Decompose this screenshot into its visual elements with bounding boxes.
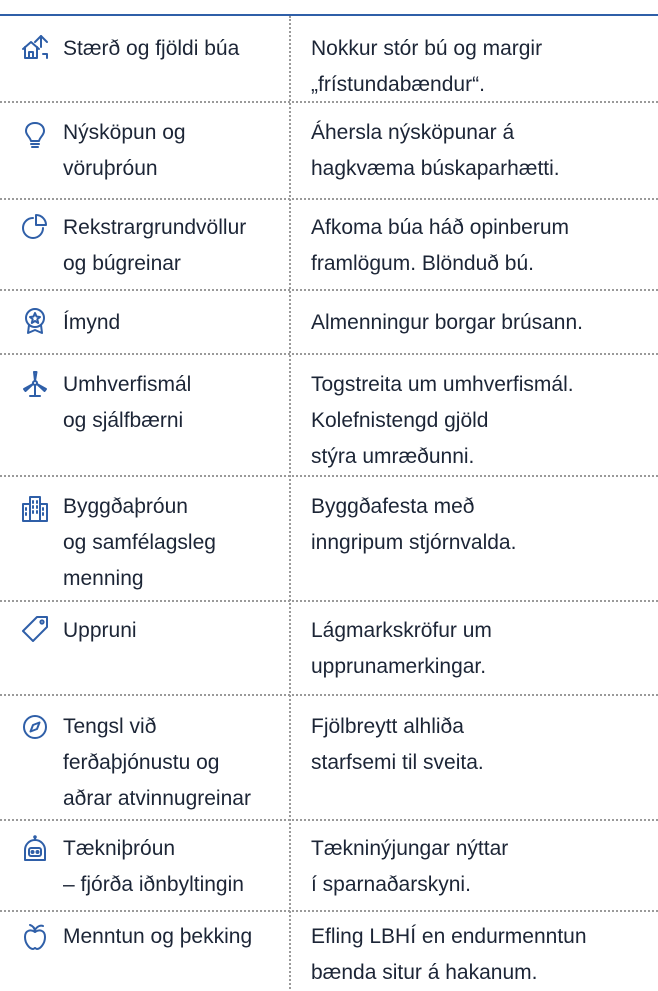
robot-icon	[21, 835, 49, 863]
row-description: Lágmarkskröfur um upprunamerkingar.	[311, 619, 492, 678]
row-label: Rekstrargrundvöllur og búgreinar	[63, 216, 247, 275]
row-description: Áhersla nýsköpunar á hagkvæma búskaparhæ…	[311, 121, 560, 180]
row-label: Nýsköpun og vöruþróun	[63, 121, 186, 180]
row-label: Ímynd	[63, 311, 121, 334]
table-row: Menntun og þekking Efling LBHÍ en endurm…	[0, 912, 658, 989]
row-description: Efling LBHÍ en endurmenntun bænda situr …	[311, 925, 587, 984]
tag-icon	[21, 615, 49, 643]
row-label: Tengsl við ferðaþjónustu og aðrar atvinn…	[63, 715, 251, 810]
row-description: Togstreita um umhverfismál. Kolefnisteng…	[311, 373, 574, 468]
row-description: Fjölbreytt alhliða starfsemi til sveita.	[311, 715, 484, 774]
row-description: Afkoma búa háð opinberum framlögum. Blön…	[311, 216, 569, 275]
row-description: Tækninýjungar nýttar í sparnaðarskyni.	[311, 837, 509, 896]
row-label: Uppruni	[63, 619, 137, 642]
table-row: Umhverfismál og sjálfbærni Togstreita um…	[0, 355, 658, 477]
table-row: Byggðaþróun og samfélagsleg menning Bygg…	[0, 477, 658, 602]
row-description: Byggðafesta með inngripum stjórnvalda.	[311, 495, 517, 554]
award-badge-icon	[21, 307, 49, 335]
apple-icon	[21, 923, 49, 951]
row-label: Menntun og þekking	[63, 925, 253, 948]
buildings-icon	[21, 495, 49, 523]
table-row: Tengsl við ferðaþjónustu og aðrar atvinn…	[0, 696, 658, 821]
house-upgrade-icon	[21, 34, 49, 62]
row-label: Byggðaþróun og samfélagsleg menning	[63, 495, 216, 590]
table-row: Tækniþróun – fjórða iðnbyltingin Tækniný…	[0, 821, 658, 912]
table-row: Ímynd Almenningur borgar brúsann.	[0, 291, 658, 355]
pie-chart-icon	[21, 212, 49, 240]
table-row: Nýsköpun og vöruþróun Áhersla nýsköpunar…	[0, 103, 658, 200]
wind-turbine-icon	[21, 371, 49, 399]
lightbulb-icon	[21, 121, 49, 149]
row-label: Stærð og fjöldi búa	[63, 37, 240, 60]
row-description: Almenningur borgar brúsann.	[311, 311, 583, 334]
table-row: Uppruni Lágmarkskröfur um upprunamerking…	[0, 602, 658, 696]
row-label: Tækniþróun – fjórða iðnbyltingin	[63, 837, 244, 896]
table-row: Rekstrargrundvöllur og búgreinar Afkoma …	[0, 200, 658, 291]
compass-icon	[21, 713, 49, 741]
row-label: Umhverfismál og sjálfbærni	[63, 373, 192, 432]
table-row: Stærð og fjöldi búa Nokkur stór bú og ma…	[0, 16, 658, 103]
row-description: Nokkur stór bú og margir „frístundabændu…	[311, 37, 543, 96]
